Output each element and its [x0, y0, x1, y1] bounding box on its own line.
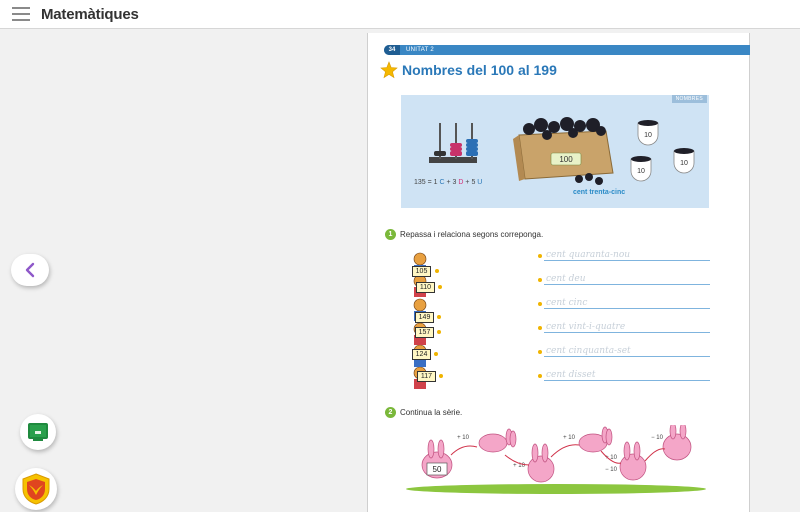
match-dot[interactable] — [437, 315, 441, 319]
hero-illustration: NOMBRES 100 10 10 10 135 = 1 C + 3 D + 5… — [401, 95, 709, 208]
hero-caption: cent trenta-cinc — [573, 189, 626, 196]
step-label: + 10 — [563, 435, 576, 441]
book-page: 34 UNITAT 2 Nombres del 100 al 199 NOMBR… — [367, 33, 750, 512]
shield-badge-icon — [22, 473, 50, 505]
chalkboard-icon — [28, 423, 48, 441]
match-dot[interactable] — [435, 269, 439, 273]
match-dot[interactable] — [538, 302, 542, 306]
trace-word: cent cinc — [546, 298, 588, 308]
place-value-formula: 135 = 1 C + 3 D + 5 U — [414, 179, 482, 186]
number-tag: 149 — [415, 312, 434, 323]
trace-word: cent vint-i-quatre — [546, 322, 626, 332]
match-dot[interactable] — [538, 326, 542, 330]
chevron-left-icon — [25, 262, 35, 278]
exercise-number: 2 — [385, 407, 396, 418]
step-label: − 10 — [651, 435, 664, 441]
trace-word-line[interactable]: cent disset — [538, 369, 710, 381]
star-icon — [380, 61, 398, 79]
app-title: Matemàtiques — [41, 5, 139, 23]
trace-word: cent quaranta-nou — [546, 250, 631, 260]
trace-word: cent cinquanta-set — [546, 346, 631, 356]
trace-word-line[interactable]: cent cinquanta-set — [538, 345, 710, 357]
match-dot[interactable] — [437, 330, 441, 334]
number-tag: 117 — [417, 371, 436, 382]
cup-label-2: 10 — [637, 168, 645, 175]
unit-label: UNITAT 2 — [406, 47, 435, 53]
box-label: 100 — [559, 155, 573, 164]
cup-label-1: 10 — [644, 132, 652, 139]
unit-header-bar: 34 UNITAT 2 — [384, 45, 750, 55]
exercise-number: 1 — [385, 229, 396, 240]
title-row: Nombres del 100 al 199 — [380, 61, 557, 79]
formula-part: + 5 — [463, 179, 478, 186]
match-dot[interactable] — [439, 374, 443, 378]
trace-word-line[interactable]: cent quaranta-nou — [538, 249, 710, 261]
page-number: 34 — [384, 45, 400, 55]
rabbits-series-illustration: 50 + 10 + 10 + 10 + 10 − 10 − 10 — [406, 425, 706, 494]
match-dot[interactable] — [538, 350, 542, 354]
match-dot[interactable] — [538, 278, 542, 282]
trace-word-line[interactable]: cent deu — [538, 273, 710, 285]
board-button[interactable] — [20, 414, 56, 450]
number-tag: 105 — [412, 266, 431, 277]
formula-number: 135 — [414, 179, 426, 186]
trace-word: cent deu — [546, 274, 586, 284]
exercise-2-header: 2 Continua la sèrie. — [385, 407, 462, 418]
number-tag: 157 — [415, 327, 434, 338]
abacus-and-cherries-image: 100 10 10 10 — [429, 117, 695, 185]
match-dot[interactable] — [434, 352, 438, 356]
formula-part: = 1 — [425, 179, 440, 186]
match-dot[interactable] — [538, 374, 542, 378]
trace-word: cent disset — [546, 370, 596, 380]
exercise-instruction: Repassa i relaciona segons correponga. — [400, 230, 544, 239]
back-button[interactable] — [11, 254, 49, 286]
number-tag: 110 — [416, 282, 435, 293]
badge-button[interactable] — [15, 468, 57, 510]
step-label: − 10 — [605, 467, 618, 473]
series-start: 50 — [433, 465, 442, 474]
trace-word-line[interactable]: cent cinc — [538, 297, 710, 309]
formula-part: + 3 — [444, 179, 459, 186]
match-dot[interactable] — [438, 285, 442, 289]
number-tag: 124 — [412, 349, 431, 360]
exercise-1-header: 1 Repassa i relaciona segons correponga. — [385, 229, 543, 240]
match-dot[interactable] — [538, 254, 542, 258]
exercise-instruction: Continua la sèrie. — [400, 408, 463, 417]
menu-icon[interactable] — [8, 7, 30, 21]
step-label: + 10 — [457, 435, 470, 441]
page-title: Nombres del 100 al 199 — [402, 62, 557, 78]
trace-word-line[interactable]: cent vint-i-quatre — [538, 321, 710, 333]
top-bar: Matemàtiques — [0, 0, 800, 29]
formula-units: U — [477, 179, 483, 186]
cup-label-3: 10 — [680, 160, 688, 167]
